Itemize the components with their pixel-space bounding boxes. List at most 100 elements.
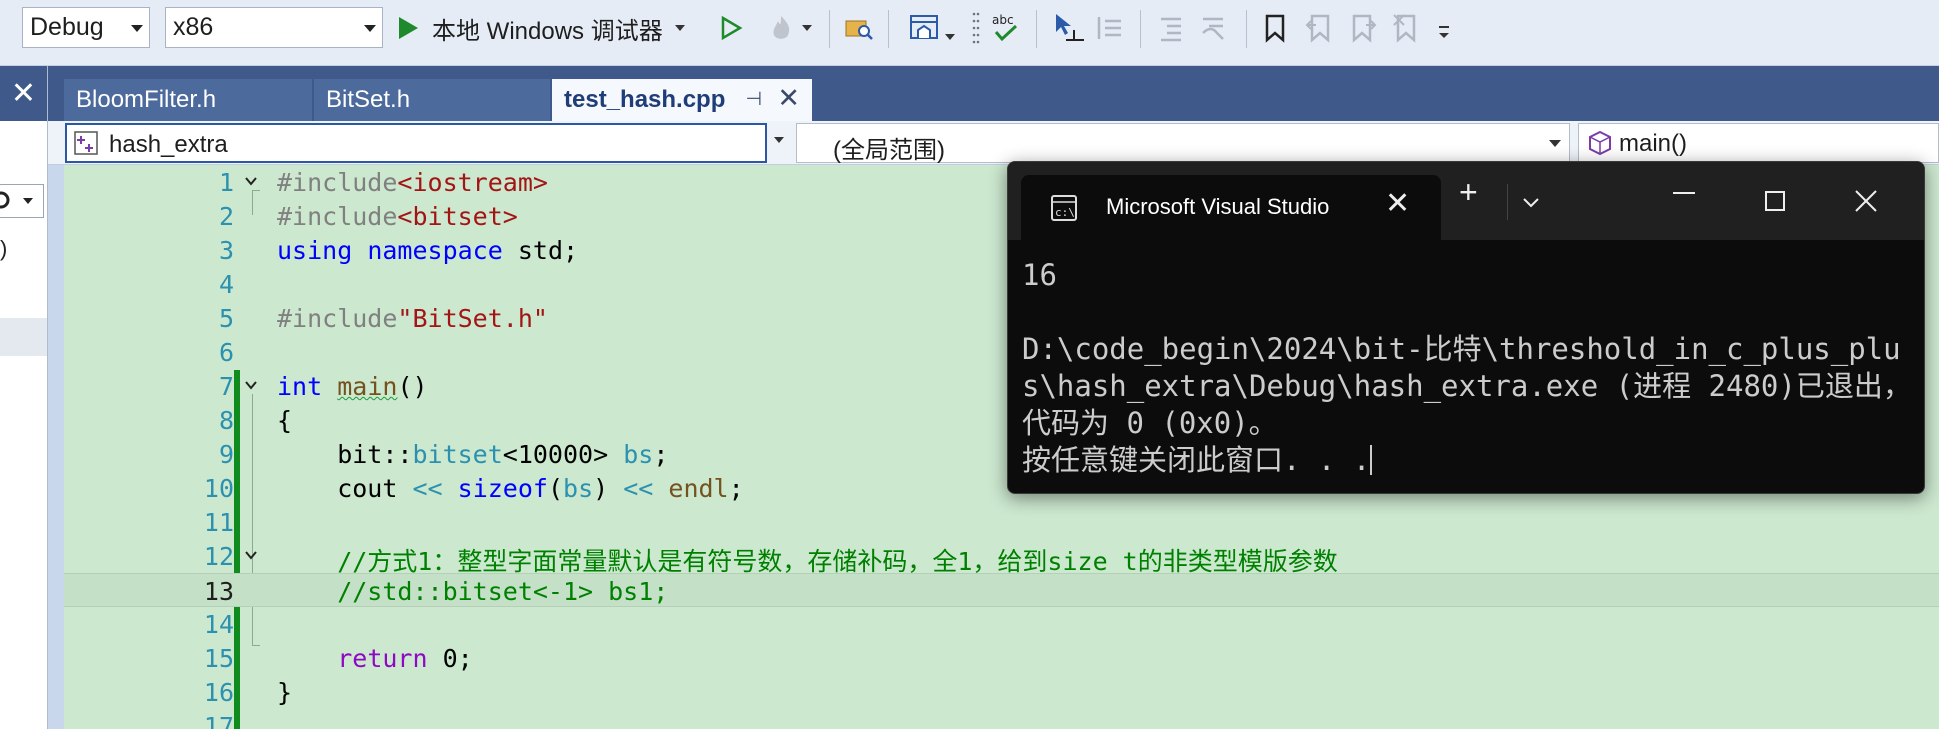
console-titlebar[interactable]: c:\ Microsoft Visual Studio ✕ + [1008, 162, 1924, 240]
navigation-bar: hash_extra (全局范围) main() [48, 121, 1939, 165]
project-dropdown[interactable]: hash_extra [65, 123, 767, 163]
bookmark-next-icon [1352, 14, 1377, 43]
next-bookmark-button[interactable] [1346, 6, 1380, 50]
hot-reload-button[interactable] [760, 6, 818, 50]
code-text: { [277, 406, 293, 435]
uncomment-lines-icon [1202, 17, 1224, 40]
tab-test-hash-cpp[interactable]: test_hash.cpp ⊣ ✕ [552, 79, 812, 121]
maximize-icon[interactable] [1764, 190, 1786, 212]
toolbar-overflow-button[interactable] [1434, 6, 1454, 50]
bookmark-icon [1265, 14, 1285, 43]
code-text: } [277, 678, 293, 707]
close-tab-icon[interactable]: ✕ [777, 83, 800, 114]
overflow-chevron-icon [1439, 26, 1449, 38]
code-text: using namespace std; [277, 236, 579, 265]
panel-search-box[interactable] [0, 184, 44, 218]
code-text: //std::bitset<-1> bs1; [277, 577, 669, 606]
close-tab-icon[interactable]: ✕ [1385, 186, 1410, 221]
code-line[interactable]: 14 [64, 607, 1939, 641]
collapse-icon[interactable] [243, 547, 259, 563]
close-window-icon[interactable] [1854, 189, 1878, 213]
debug-console-window[interactable]: c:\ Microsoft Visual Studio ✕ + 16 D:\co… [1007, 161, 1925, 494]
close-panel-button[interactable]: ✕ [0, 66, 47, 121]
clear-bookmarks-button[interactable] [1390, 6, 1424, 50]
comment-lines-icon [1161, 17, 1181, 42]
minimize-icon[interactable] [1672, 190, 1696, 196]
line-number: 9 [218, 440, 234, 469]
line-number: 14 [203, 610, 234, 639]
toggle-bookmark-button[interactable] [1258, 6, 1292, 50]
chevron-down-icon [1549, 140, 1561, 147]
left-tool-panel: ✕ ) [0, 66, 48, 729]
start-debugging-label: 本地 Windows 调试器 [432, 17, 663, 45]
code-text: return 0; [337, 644, 473, 673]
comment-lines-button[interactable] [1152, 6, 1188, 50]
code-line[interactable]: 12 //方式1：整型字面常量默认是有符号数，存储补码，全1，给到size_t的… [64, 539, 1939, 576]
bookmark-list-button[interactable] [1093, 6, 1127, 50]
chevron-down-icon [131, 25, 143, 32]
solution-config-dropdown[interactable]: Debug [22, 7, 150, 48]
search-icon [0, 191, 33, 209]
spell-check-icon: abc [992, 13, 1018, 42]
code-text: cout << sizeof(bs) << endl; [277, 474, 744, 503]
chevron-down-icon [364, 25, 376, 32]
collapse-icon[interactable] [243, 377, 259, 393]
find-in-files-button[interactable] [842, 6, 876, 50]
spell-check-button[interactable]: abc [988, 6, 1024, 50]
start-debugging-button[interactable]: 本地 Windows 调试器 [396, 6, 706, 50]
code-line[interactable]: 15 return 0; [64, 641, 1939, 675]
previous-bookmark-button[interactable] [1302, 6, 1336, 50]
code-line[interactable]: 16 } [64, 675, 1939, 709]
code-line[interactable]: 17 [64, 709, 1939, 729]
solution-platform-value: x86 [173, 13, 214, 41]
toolbar-separator [1140, 10, 1141, 48]
terminal-icon: c:\ [1051, 195, 1077, 221]
line-number: 12 [203, 542, 234, 571]
line-number: 2 [218, 202, 234, 231]
line-number: 1 [218, 168, 234, 197]
toolbar-separator [888, 10, 889, 48]
scope-dropdown[interactable]: (全局范围) [796, 123, 1570, 164]
code-text: bit::bitset<10000> bs; [277, 440, 669, 469]
folder-search-icon [845, 20, 873, 40]
code-line[interactable]: 11 [64, 505, 1939, 539]
console-tab[interactable]: c:\ Microsoft Visual Studio ✕ [1021, 175, 1441, 240]
scope-value: (全局范围) [833, 137, 945, 164]
console-output-text: 16 D:\code_begin\2024\bit-比特\threshold_i… [1022, 258, 1912, 477]
tab-label: BitSet.h [326, 86, 411, 113]
tab-bitset-h[interactable]: BitSet.h [314, 79, 550, 121]
method-cube-icon [1589, 130, 1611, 156]
panel-selected-row[interactable] [0, 318, 47, 356]
text-cursor [1370, 445, 1373, 475]
cursor-insert-icon [1056, 14, 1084, 41]
line-number: 13 [203, 577, 234, 606]
grip-icon [972, 12, 980, 44]
collapse-icon[interactable] [243, 173, 259, 189]
chevron-down-icon[interactable] [774, 137, 784, 143]
bookmark-prev-icon [1305, 14, 1330, 43]
pin-icon[interactable]: ⊣ [745, 88, 762, 111]
current-code-line[interactable]: 13 //std::bitset<-1> bs1; [64, 573, 1939, 607]
build-home-button[interactable] [900, 6, 964, 50]
line-number: 10 [203, 474, 234, 503]
toolbar-grip [970, 6, 982, 50]
solution-platform-dropdown[interactable]: x86 [165, 7, 383, 48]
uncomment-lines-button[interactable] [1194, 6, 1232, 50]
chevron-down-icon[interactable] [1521, 196, 1541, 210]
new-tab-icon[interactable]: + [1459, 174, 1478, 211]
project-plus-icon [74, 131, 98, 155]
list-lines-icon [1097, 17, 1121, 39]
code-text: #include"BitSet.h" [277, 304, 548, 333]
console-output[interactable]: 16 D:\code_begin\2024\bit-比特\threshold_i… [1022, 257, 1912, 479]
tab-bloomfilter-h[interactable]: BloomFilter.h [64, 79, 312, 121]
play-outline-icon [721, 15, 743, 41]
step-pointer-button[interactable] [1050, 6, 1088, 50]
line-number: 5 [218, 304, 234, 333]
line-number: 15 [203, 644, 234, 673]
chevron-down-icon [945, 34, 955, 40]
window-home-icon [910, 15, 938, 39]
start-without-debugging-button[interactable] [714, 6, 748, 50]
member-dropdown[interactable]: main() [1578, 123, 1939, 163]
document-tab-strip: BloomFilter.h BitSet.h test_hash.cpp ⊣ ✕ [48, 66, 1939, 121]
tab-label: BloomFilter.h [76, 86, 217, 113]
